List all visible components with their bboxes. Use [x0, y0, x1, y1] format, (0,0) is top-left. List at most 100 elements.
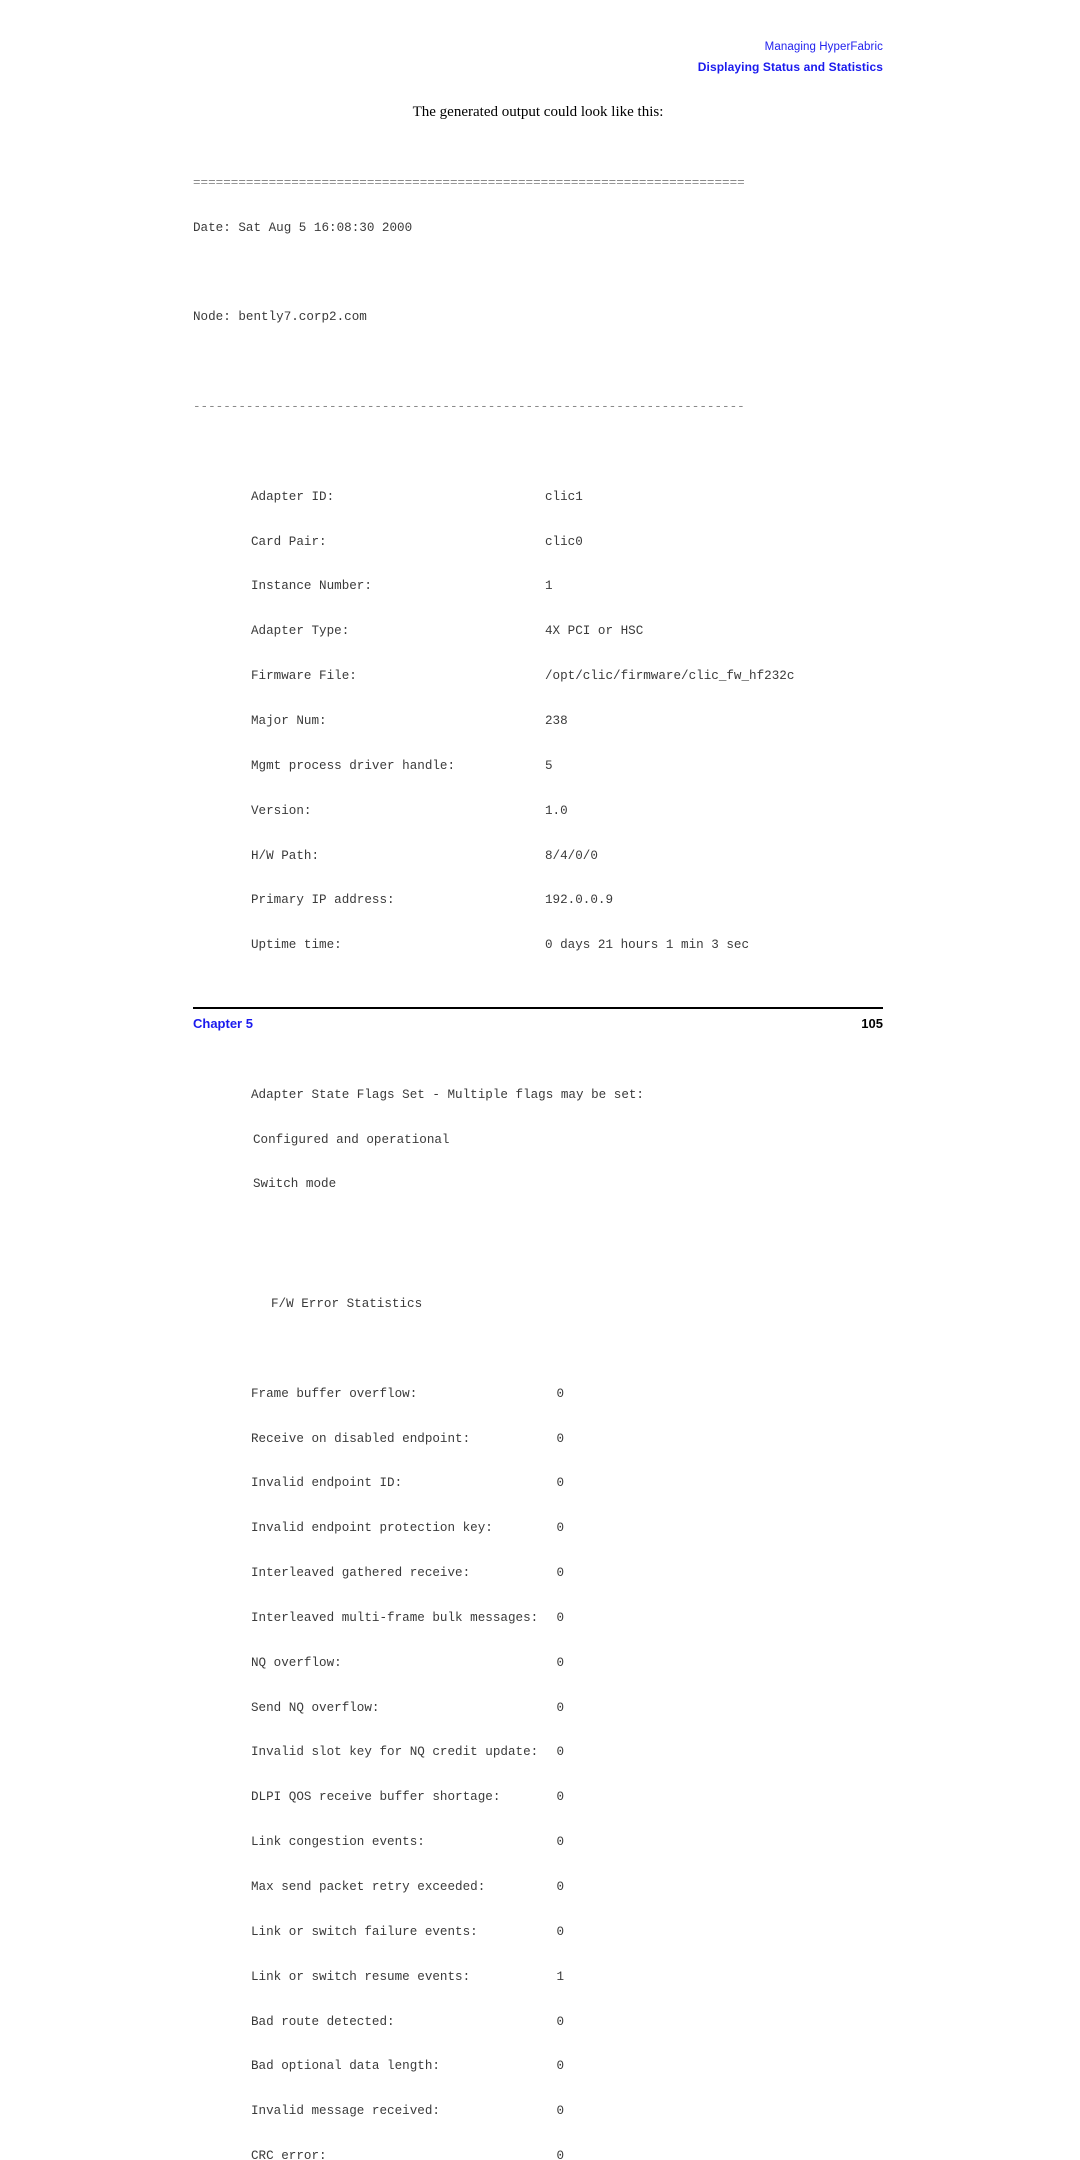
adapter-field-value: 1.0 — [545, 803, 568, 818]
stat-value: 0 — [556, 1700, 564, 1715]
adapter-field-value: /opt/clic/firmware/clic_fw_hf232c — [545, 669, 795, 684]
separator-dashes: ----------------------------------------… — [193, 400, 745, 415]
intro-sentence: The generated output could look like thi… — [412, 104, 664, 120]
adapter-field-row: Primary IP address: 192.0.0.9 — [251, 893, 794, 908]
stat-value: 0 — [556, 1476, 564, 1491]
footer-page-number: 105 — [861, 1016, 883, 1031]
stat-label: NQ overflow: — [251, 1655, 342, 1670]
separator-equals-top: ========================================… — [193, 175, 745, 190]
adapter-state-flags-header: Adapter State Flags Set - Multiple flags… — [251, 1087, 644, 1102]
stat-value: 0 — [556, 1879, 564, 1894]
stat-value: 0 — [556, 2059, 564, 2074]
adapter-field-key: Firmware File: — [251, 669, 357, 684]
running-header: Managing HyperFabric Displaying Status a… — [193, 40, 883, 75]
stat-value: 0 — [556, 1566, 564, 1581]
stat-row: Link congestion events: 0 — [251, 1835, 794, 1850]
stat-value: 0 — [556, 1924, 564, 1939]
date-line: Date: Sat Aug 5 16:08:30 2000 — [193, 220, 413, 235]
stat-row: Interleaved multi-frame bulk messages: 0 — [251, 1611, 794, 1626]
adapter-field-row: Major Num: 238 — [251, 714, 794, 729]
adapter-field-row: Firmware File: /opt/clic/firmware/clic_fw… — [251, 669, 794, 684]
adapter-field-row: Uptime time: 0 days 21 hours 1 min 3 sec — [251, 938, 794, 953]
stat-value: 0 — [556, 1431, 564, 1446]
document-page: Managing HyperFabric Displaying Status a… — [0, 0, 1080, 2160]
stat-label: Receive on disabled endpoint: — [251, 1431, 471, 1446]
adapter-field-row: Instance Number: 1 — [251, 579, 794, 594]
stat-label: Link congestion events: — [251, 1835, 425, 1850]
adapter-field-key: Card Pair: — [251, 534, 327, 549]
stat-label: Link or switch failure events: — [251, 1924, 478, 1939]
stat-value: 0 — [556, 1610, 564, 1625]
stat-label: Bad route detected: — [251, 2014, 395, 2029]
adapter-field-value: clic0 — [545, 534, 583, 549]
adapter-field-row: H/W Path: 8/4/0/0 — [251, 849, 794, 864]
adapter-field-value: 0 days 21 hours 1 min 3 sec — [545, 938, 750, 953]
stat-value: 0 — [556, 2014, 564, 2029]
adapter-field-key: Adapter ID: — [251, 489, 335, 504]
stat-row: Link or switch failure events: 0 — [251, 1925, 794, 1940]
stat-label: Invalid message received: — [251, 2104, 440, 2119]
footer-divider — [193, 1007, 883, 1009]
adapter-field-row: Card Pair: clic0 — [251, 535, 794, 550]
stat-value: 0 — [556, 1521, 564, 1536]
stat-row: Bad route detected: 0 — [251, 2015, 794, 2030]
stat-row: CRC error: 0 — [251, 2149, 794, 2160]
stat-label: Max send packet retry exceeded: — [251, 1879, 486, 1894]
stat-row: NQ overflow: 0 — [251, 1656, 794, 1671]
stat-label: Invalid slot key for NQ credit update: — [251, 1745, 539, 1760]
stat-value: 0 — [556, 2149, 564, 2160]
footer-chapter-label: Chapter 5 — [193, 1016, 253, 1031]
stat-row: Invalid message received: 0 — [251, 2104, 794, 2119]
adapter-field-row: Adapter ID: clic1 — [251, 490, 794, 505]
stat-row: Invalid slot key for NQ credit update: 0 — [251, 1745, 794, 1760]
stat-label: Frame buffer overflow: — [251, 1386, 418, 1401]
adapter-field-key: Instance Number: — [251, 579, 372, 594]
stat-value: 0 — [556, 1386, 564, 1401]
adapter-field-value: clic1 — [545, 489, 583, 504]
adapter-field-key: Major Num: — [251, 714, 327, 728]
adapter-field-value: 192.0.0.9 — [545, 893, 614, 908]
stat-label: Bad optional data length: — [251, 2059, 440, 2074]
stat-row: Link or switch resume events: 1 — [251, 1970, 794, 1985]
page-footer: Chapter 5 105 — [193, 1016, 883, 1034]
fw-error-statistics-title: F/W Error Statistics — [271, 1297, 423, 1311]
stat-value: 1 — [556, 1969, 564, 1984]
adapter-field-value: 5 — [545, 758, 553, 773]
stat-value: 0 — [556, 1745, 564, 1760]
adapter-field-value: 1 — [545, 579, 553, 594]
adapter-field-list: Adapter ID: clic1 Card Pair: clic0 Instanc… — [193, 460, 794, 983]
stat-label: Interleaved multi-frame bulk messages: — [251, 1610, 539, 1625]
stat-label: Invalid endpoint protection key: — [251, 1521, 493, 1536]
adapter-field-key: Adapter Type: — [251, 624, 350, 639]
stat-value: 0 — [556, 1835, 564, 1850]
terminal-output-listing: ========================================… — [193, 131, 794, 2160]
adapter-field-row: Version: 1.0 — [251, 804, 794, 819]
adapter-state-flag: Configured and operational — [253, 1132, 450, 1147]
adapter-field-key: H/W Path: — [251, 848, 320, 863]
adapter-field-value: 238 — [545, 714, 568, 728]
stat-row: Bad optional data length: 0 — [251, 2059, 794, 2074]
adapter-field-row: Adapter Type: 4X PCI or HSC — [251, 624, 794, 639]
stat-row: Interleaved gathered receive: 0 — [251, 1566, 794, 1581]
stat-row: Max send packet retry exceeded: 0 — [251, 1880, 794, 1895]
stat-label: Link or switch resume events: — [251, 1969, 471, 1984]
stat-value: 0 — [556, 1655, 564, 1670]
adapter-field-key: Uptime time: — [251, 938, 342, 953]
stat-label: Interleaved gathered receive: — [251, 1566, 471, 1581]
stat-row: Frame buffer overflow: 0 — [251, 1387, 794, 1402]
stat-label: DLPI QOS receive buffer shortage: — [251, 1790, 501, 1805]
header-section-title: Displaying Status and Statistics — [697, 60, 883, 74]
node-line: Node: bently7.corp2.com — [193, 310, 367, 325]
stat-row: Receive on disabled endpoint: 0 — [251, 1432, 794, 1447]
stat-label: CRC error: — [251, 2149, 327, 2160]
stat-value: 0 — [556, 1790, 564, 1805]
fw-error-statistics-list: Frame buffer overflow: 0 Receive on disab… — [193, 1357, 794, 2160]
stat-row: Invalid endpoint protection key: 0 — [251, 1521, 794, 1536]
stat-value: 0 — [556, 2104, 564, 2119]
stat-row: Send NQ overflow: 0 — [251, 1701, 794, 1716]
adapter-field-value: 8/4/0/0 — [545, 848, 598, 863]
adapter-state-flag: Switch mode — [253, 1177, 337, 1192]
